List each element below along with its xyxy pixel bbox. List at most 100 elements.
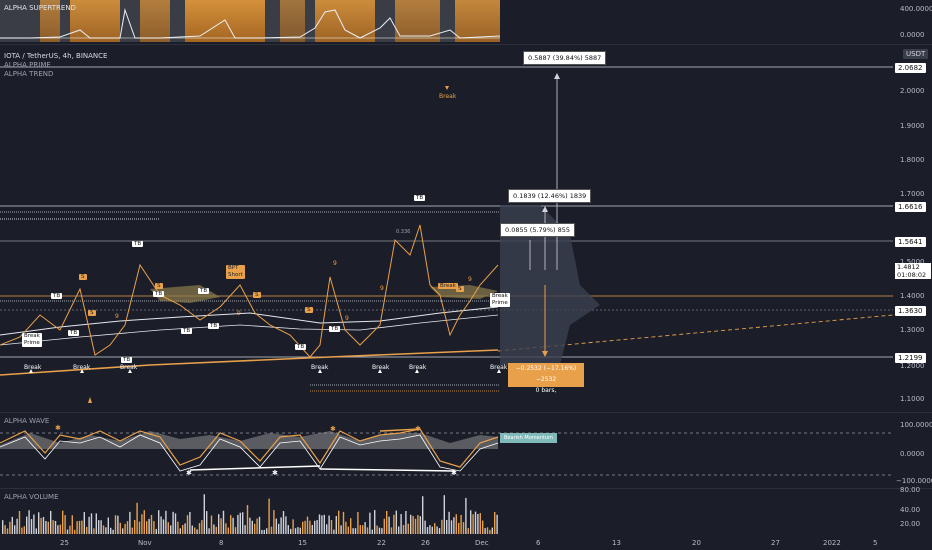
nine-count: 9 [115,313,119,320]
wave-label[interactable]: ALPHA WAVE [4,417,49,425]
callout-down-line2: 0 bars, [535,387,557,394]
svg-text:✱: ✱ [451,469,457,477]
volume-bar [383,518,385,534]
indicator-alpha-trend[interactable]: ALPHA TREND [4,70,53,78]
volume-bar [328,515,330,534]
volume-bar [218,514,220,534]
svg-text:✱: ✱ [186,469,192,477]
volume-bar [407,523,409,534]
volume-bar [369,512,371,534]
volume-bar [47,521,49,534]
time-label: 5 [873,539,878,547]
volume-bar [146,521,148,534]
volume-bar [201,520,203,534]
bpt-short-tag: BPT Short [226,265,245,279]
volume-bar [292,519,294,534]
volume-pane[interactable]: ALPHA VOLUME [0,489,893,534]
volume-bar [345,521,347,534]
callout-mid: 0.1839 (12.46%) 1839 [508,189,592,203]
callout-top: 0.5887 (39.84%) 5887 [523,51,607,65]
volume-bar [210,515,213,534]
volume-bar [114,515,117,534]
volume-bar [393,514,395,534]
volume-bar [441,519,443,534]
volume-bar [426,527,429,534]
volume-bar [400,514,402,534]
indicator-alpha-prime[interactable]: ALPHA PRIME [4,61,51,69]
volume-bar [76,521,78,534]
nine-count: 9 [333,260,337,267]
volume-bar [494,511,496,534]
volume-bar [244,525,246,534]
volume-bar [347,526,349,534]
volume-bar [52,520,54,534]
volume-bar [215,526,217,534]
volume-bar [366,527,369,534]
volume-bar [71,515,73,534]
volume-bar [479,513,481,534]
tb-tag: TB [414,195,426,201]
volume-bar [124,523,126,534]
volume-bar [14,525,16,534]
volume-bar [326,524,328,534]
volume-bar [414,518,417,534]
time-label: Nov [138,539,152,547]
volume-tick: 80.00 [900,486,921,494]
volume-bar [237,514,239,534]
wave-tick: 0.0000 [900,450,925,458]
tb-tag: TB [181,328,193,334]
supertrend-panel: ALPHA SUPERTREND [0,0,501,42]
volume-bar [45,520,47,534]
volume-bar [376,525,378,534]
volume-bar [434,523,436,534]
price-pane[interactable]: IOTA / TetherUS, 4h, BINANCE ALPHA PRIME… [0,45,893,410]
callout-low: 0.0855 (5.79%) 855 [500,223,576,237]
small-value: 0.336 [396,229,411,235]
volume-bar [129,511,131,534]
volume-bar [443,495,445,534]
volume-bar [69,525,71,534]
tick: 1.8000 [900,156,925,164]
volume-bar [251,520,253,534]
volume-bar [234,527,237,534]
volume-bar [2,520,4,534]
volume-bar [42,516,45,534]
volume-bar [203,494,205,534]
symbol-title[interactable]: IOTA / TetherUS, 4h, BINANCE [4,52,107,60]
volume-bar [335,515,337,534]
volume-bar [62,510,64,534]
volume-bar [431,526,433,534]
volume-bar [340,525,342,534]
break-label: Break [120,364,138,371]
tick: 1.7000 [900,190,925,198]
time-label: 22 [377,539,386,547]
tb-tag: TB [208,323,220,329]
supertrend-tick-zero: 0.0000 [900,31,925,39]
wave-pane[interactable]: ✱ ✱ ✱ ✱ ✱ ✱ ALPHA WAVE Bearish Momentum [0,413,893,487]
svg-text:✱: ✱ [415,425,421,433]
volume-bar [450,520,453,534]
break-prime-right: Break Prime [490,293,510,307]
volume-bar [297,527,299,534]
volume-label[interactable]: ALPHA VOLUME [4,493,59,501]
volume-bar [486,527,489,534]
tick: 1.4000 [900,292,925,300]
volume-bar [186,515,189,534]
volume-bar [230,515,232,534]
volume-bar [256,518,258,534]
volume-bar [306,516,309,534]
volume-bar [64,515,66,534]
volume-bar [232,517,234,534]
volume-bar [388,516,390,534]
tick: 1.2000 [900,362,925,370]
volume-bar [33,514,35,534]
tag-mid-low: 1.3630 [895,306,926,316]
svg-text:✱: ✱ [55,424,61,432]
volume-bar [278,523,280,534]
volume-bar [429,525,431,534]
volume-bar [395,510,397,534]
time-axis[interactable] [0,534,893,550]
volume-bar [136,502,138,534]
tb-tag: TB [198,288,210,294]
wave-tick: −100.0000 [896,477,932,485]
